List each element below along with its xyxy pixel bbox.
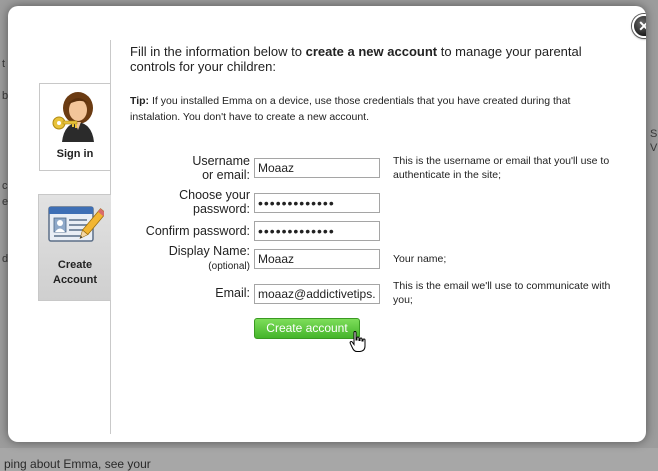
intro-text-before: Fill in the information below to [130,44,306,59]
intro-text-emphasis: create a new account [305,44,438,59]
username-input[interactable] [254,158,380,178]
background-text: S [650,128,658,140]
close-button[interactable]: ✕ [632,14,646,38]
create-account-button[interactable]: Create account [254,318,360,339]
email-input[interactable] [254,284,380,304]
username-label: Username or email: [138,154,250,182]
display-name-optional-note: (optional) [208,261,250,272]
background-footer-text: ping about Emma, see your [4,457,151,471]
password-label-line1: Choose your [179,188,250,202]
confirm-password-label: Confirm password: [145,224,250,238]
password-label: Choose your password: [138,188,250,216]
hand-pointer-icon [349,330,367,358]
email-label: Email: [215,286,250,300]
tab-sign-in-label: Sign in [56,148,94,160]
username-help: This is the username or email that you'l… [393,155,610,181]
tip-label: Tip: [130,95,150,107]
tab-sign-in[interactable]: Sign in [39,83,111,171]
confirm-password-input[interactable] [254,221,380,241]
tab-create-account-label: Create Account [53,258,97,288]
display-name-label: Display Name: (optional) [138,244,250,274]
background-text: V [650,142,658,154]
background-footer: ping about Emma, see your [0,448,658,471]
tab-create-label-line2: Account [53,274,97,286]
tab-create-account[interactable]: Create Account [38,194,111,301]
intro-text: Fill in the information below to create … [130,44,610,74]
create-account-dialog: Sign in Create Account Fill in the infor… [8,6,646,442]
account-card-icon [46,201,107,250]
user-key-icon [50,90,100,145]
background-text: t [2,58,6,70]
password-input[interactable] [254,193,380,213]
password-label-line2: password: [193,202,250,216]
background-text: c [2,180,8,192]
display-name-help: Your name; [393,253,447,265]
username-label-line2: or email: [202,168,250,182]
email-help: This is the email we'll use to communica… [393,280,611,306]
username-label-line1: Username [192,154,250,168]
display-name-label-line1: Display Name: [168,244,250,258]
close-icon: ✕ [638,18,646,34]
tip-text: Tip: If you installed Emma on a device, … [130,93,610,125]
display-name-input[interactable] [254,249,380,269]
tab-create-label-line1: Create [57,259,93,271]
tip-body: If you installed Emma on a device, use t… [130,95,571,123]
